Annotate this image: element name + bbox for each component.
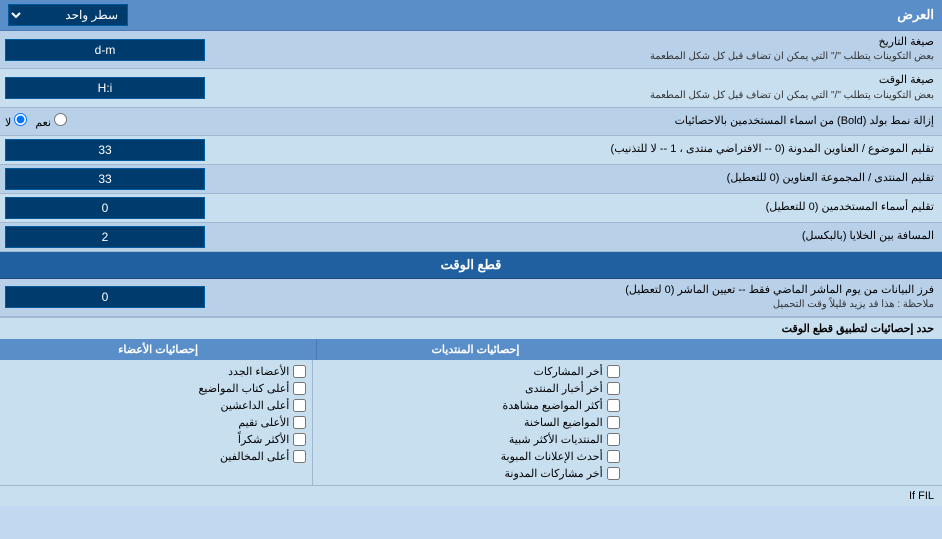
date-format-input[interactable] [5,39,205,61]
trim-usernames-input[interactable] [5,197,205,219]
col2-header: إحصائيات الأعضاء [0,339,316,360]
page-title: العرض [897,7,934,23]
cb-col1-6-label: أخر مشاركات المدونة [505,467,603,480]
cb-col2-2[interactable] [293,399,306,412]
cb-col1-3[interactable] [607,416,620,429]
cb-col2-2-label: أعلى الداعشين [221,399,290,412]
cb-col1-2[interactable] [607,399,620,412]
col1-header: إحصائيات المنتديات [316,339,633,360]
cutoff-section-title: قطع الوقت [441,257,502,273]
cb-col1-3-label: المواضيع الساخنة [524,416,603,429]
cell-spacing-label: المسافة بين الخلايا (بالبكسل) [288,229,934,244]
cb-col2-1[interactable] [293,382,306,395]
radio-yes-label: نعم [35,113,67,129]
cb-col1-1-label: أخر أخبار المنتدى [525,382,603,395]
cb-col1-4[interactable] [607,433,620,446]
time-format-label: صيغة الوقت [288,73,934,88]
cb-col1-0[interactable] [607,365,620,378]
cutoff-row-sublabel: ملاحظة : هذا قد يزيد قليلاً وقت التحميل [288,298,934,312]
cb-col1-5[interactable] [607,450,620,463]
cb-col2-5[interactable] [293,450,306,463]
cb-col1-6[interactable] [607,467,620,480]
cb-col2-3-label: الأعلى تقيم [238,416,289,429]
cb-col1-1[interactable] [607,382,620,395]
cb-col2-4-label: الأكثر شكراً [238,433,289,446]
radio-no[interactable] [14,113,27,126]
checkboxes-col2: الأعضاء الجدد أعلى كتاب المواضيع أعلى ال… [0,360,312,485]
trim-subject-label: تقليم الموضوع / العناوين المدونة (0 -- ا… [288,142,934,157]
trim-forum-label: تقليم المنتدى / المجموعة العناوين (0 للت… [288,171,934,186]
bold-remove-label: إزالة نمط بولد (Bold) من اسماء المستخدمي… [288,114,934,129]
cb-col1-2-label: أكثر المواضيع مشاهدة [502,399,602,412]
radio-yes[interactable] [54,113,67,126]
limit-stats-label: حدد إحصائيات لتطبيق قطع الوقت [0,318,942,339]
trim-forum-input[interactable] [5,168,205,190]
cb-col1-0-label: أخر المشاركات [534,365,603,378]
trim-usernames-label: تقليم أسماء المستخدمين (0 للتعطيل) [288,200,934,215]
date-format-label: صيغة التاريخ [288,35,934,50]
cb-col2-5-label: أعلى المخالفين [220,450,289,463]
cb-col1-4-label: المنتديات الأكثر شبية [509,433,603,446]
time-format-sublabel: بعض التكوينات يتطلب "/" التي يمكن ان تضا… [288,89,934,103]
bottom-note: If FIL [0,485,942,506]
cutoff-row-label: فرز البيانات من يوم الماشر الماضي فقط --… [288,283,934,298]
trim-subject-input[interactable] [5,139,205,161]
cb-col1-5-label: أحدث الإعلانات المبوبة [501,450,603,463]
cell-spacing-input[interactable] [5,226,205,248]
time-format-input[interactable] [5,77,205,99]
cutoff-input[interactable] [5,286,205,308]
cb-col2-0[interactable] [293,365,306,378]
cb-col2-4[interactable] [293,433,306,446]
date-format-sublabel: بعض التكوينات يتطلب "/" التي يمكن ان تضا… [288,50,934,64]
radio-no-label: لا [5,113,27,129]
cb-col2-1-label: أعلى كتاب المواضيع [199,382,290,395]
checkboxes-col1: أخر المشاركات أخر أخبار المنتدى أكثر الم… [312,360,625,485]
cb-col2-3[interactable] [293,416,306,429]
display-select[interactable]: سطر واحدسطرانثلاثة أسطر [8,4,128,26]
cb-col2-0-label: الأعضاء الجدد [228,365,289,378]
